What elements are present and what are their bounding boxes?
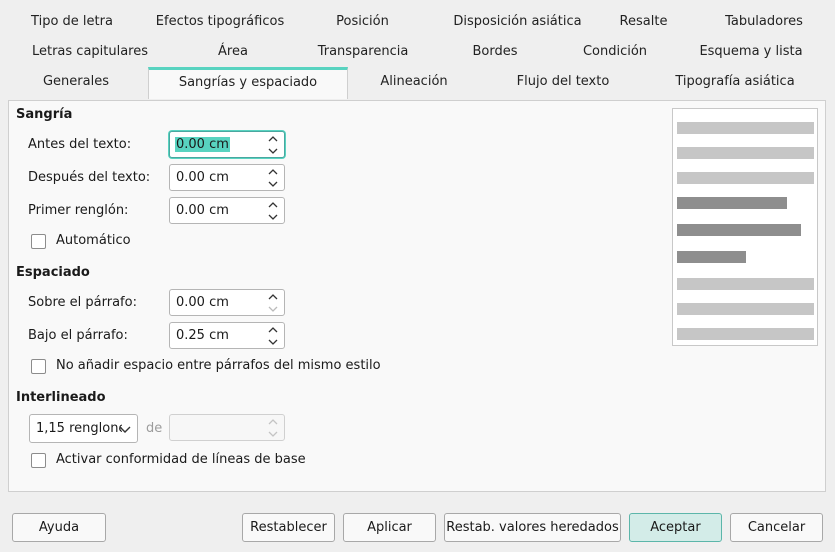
antes-del-texto-spinner[interactable]: 0.00 cm	[169, 131, 285, 158]
tab-resalte[interactable]: Resalte	[606, 8, 681, 38]
despues-del-texto-value[interactable]: 0.00 cm	[176, 170, 229, 185]
apply-button[interactable]: Aplicar	[343, 513, 436, 542]
tab-area[interactable]: Área	[198, 38, 268, 68]
primer-renglon-spinner[interactable]: 0.00 cm	[169, 197, 285, 224]
sangria-heading: Sangría	[16, 107, 73, 122]
despues-del-texto-label: Después del texto:	[28, 170, 151, 185]
no-anadir-espacio-checkbox[interactable]	[31, 359, 46, 374]
tab-disposicion-asiatica[interactable]: Disposición asiática	[435, 8, 600, 38]
preview-line	[677, 303, 814, 315]
tab-tabuladores[interactable]: Tabuladores	[714, 8, 814, 38]
preview-line	[677, 278, 814, 290]
automatico-label[interactable]: Automático	[56, 233, 131, 248]
sobre-el-parrafo-value[interactable]: 0.00 cm	[176, 295, 229, 310]
spinner-arrows-icon[interactable]	[267, 325, 279, 347]
tab-row-2: Letras capitulares Área Transparencia Bo…	[10, 38, 826, 68]
tab-bordes[interactable]: Bordes	[460, 38, 530, 68]
help-button[interactable]: Ayuda	[12, 513, 106, 542]
tab-flujo-del-texto[interactable]: Flujo del texto	[506, 68, 620, 98]
primer-renglon-value[interactable]: 0.00 cm	[176, 203, 229, 218]
tab-generales[interactable]: Generales	[26, 68, 126, 98]
spinner-arrows-icon[interactable]	[267, 417, 279, 439]
interlineado-select[interactable]: 1,15 renglones	[29, 414, 138, 443]
tab-tipografia-asiatica[interactable]: Tipografía asiática	[666, 68, 804, 98]
tab-letras-capitulares[interactable]: Letras capitulares	[24, 38, 156, 68]
chevron-down-icon[interactable]	[119, 424, 131, 439]
antes-del-texto-value[interactable]: 0.00 cm	[175, 137, 230, 152]
spinner-arrows-icon[interactable]	[267, 134, 279, 156]
bajo-el-parrafo-label: Bajo el párrafo:	[28, 328, 128, 343]
preview-line	[677, 197, 787, 209]
tab-sangrias-y-espaciado[interactable]: Sangrías y espaciado	[148, 67, 348, 99]
tab-row-3: Generales Sangrías y espaciado Alineació…	[10, 67, 826, 99]
no-anadir-espacio-label[interactable]: No añadir espacio entre párrafos del mis…	[56, 358, 381, 373]
tab-efectos-tipograficos[interactable]: Efectos tipográficos	[150, 8, 290, 38]
spinner-arrows-icon[interactable]	[267, 167, 279, 189]
interlineado-select-value[interactable]: 1,15 renglones	[36, 421, 122, 436]
ok-button[interactable]: Aceptar	[629, 513, 722, 542]
preview-line	[677, 328, 814, 340]
spinner-arrows-icon[interactable]	[267, 200, 279, 222]
spinner-arrows-icon[interactable]	[267, 292, 279, 314]
reset-button[interactable]: Restablecer	[242, 513, 335, 542]
espaciado-heading: Espaciado	[16, 265, 90, 280]
bajo-el-parrafo-value[interactable]: 0.25 cm	[176, 328, 229, 343]
cancel-button[interactable]: Cancelar	[730, 513, 823, 542]
automatico-checkbox[interactable]	[31, 234, 46, 249]
restore-inherited-button[interactable]: Restab. valores heredados	[444, 513, 621, 542]
preview-line	[677, 122, 814, 134]
tab-esquema-y-lista[interactable]: Esquema y lista	[696, 38, 806, 68]
de-label: de	[146, 421, 163, 436]
paragraph-preview	[672, 108, 818, 346]
preview-line	[677, 147, 814, 159]
interlineado-heading: Interlineado	[16, 390, 106, 405]
preview-line	[677, 172, 814, 184]
preview-line	[677, 224, 801, 236]
tab-posicion[interactable]: Posición	[320, 8, 405, 38]
sobre-el-parrafo-label: Sobre el párrafo:	[28, 295, 137, 310]
bajo-el-parrafo-spinner[interactable]: 0.25 cm	[169, 322, 285, 349]
tab-alineacion[interactable]: Alineación	[366, 68, 462, 98]
primer-renglon-label: Primer renglón:	[28, 203, 129, 218]
tab-transparencia[interactable]: Transparencia	[308, 38, 418, 68]
conformidad-checkbox[interactable]	[31, 453, 46, 468]
sobre-el-parrafo-spinner[interactable]: 0.00 cm	[169, 289, 285, 316]
de-spinner[interactable]	[169, 414, 285, 441]
tab-tipo-de-letra[interactable]: Tipo de letra	[10, 8, 134, 38]
tab-row-1: Tipo de letra Efectos tipográficos Posic…	[10, 8, 826, 38]
conformidad-label[interactable]: Activar conformidad de líneas de base	[56, 452, 306, 467]
preview-line	[677, 251, 746, 263]
tab-condicion[interactable]: Condición	[574, 38, 656, 68]
despues-del-texto-spinner[interactable]: 0.00 cm	[169, 164, 285, 191]
antes-del-texto-label: Antes del texto:	[28, 137, 132, 152]
